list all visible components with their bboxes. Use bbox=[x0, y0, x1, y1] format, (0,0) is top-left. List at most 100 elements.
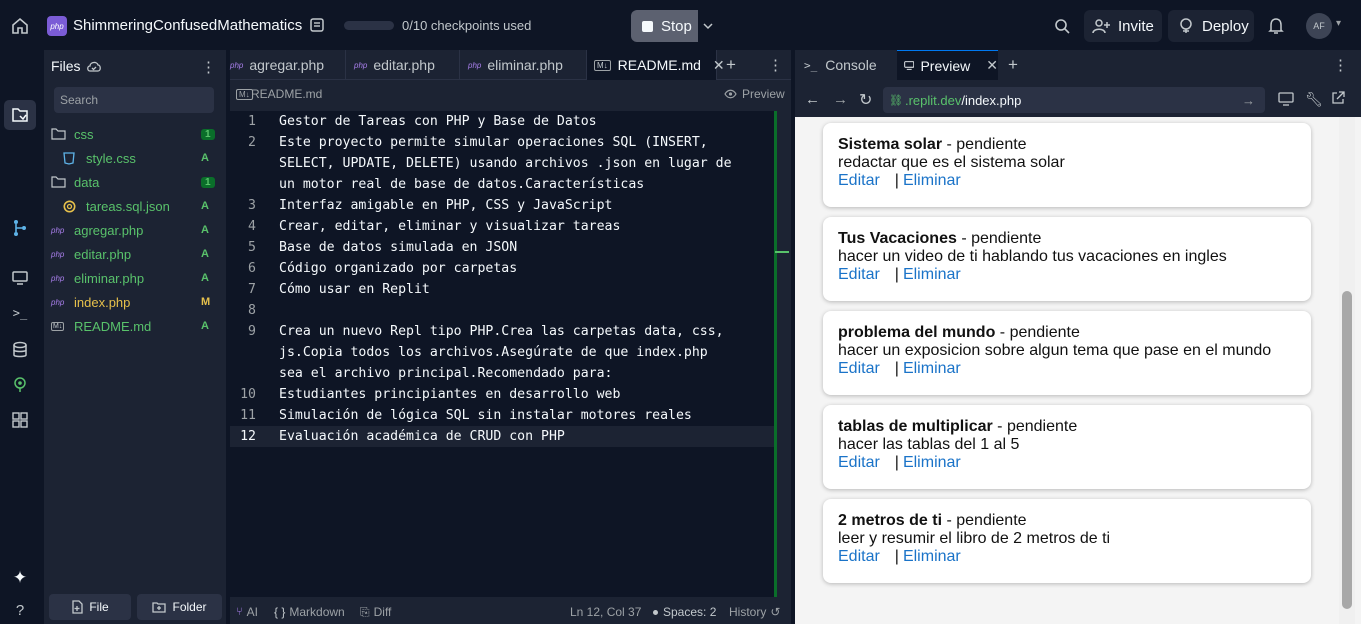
delete-link[interactable]: Eliminar bbox=[903, 454, 961, 471]
files-more-icon[interactable]: ⋮ bbox=[201, 58, 216, 76]
preview-toggle[interactable]: Preview bbox=[724, 87, 785, 101]
code-line: SELECT, UPDATE, DELETE) usando archivos … bbox=[230, 153, 774, 174]
line-number: 6 bbox=[248, 261, 256, 276]
chevron-down-icon[interactable] bbox=[698, 10, 718, 42]
file-tree-item[interactable]: tareas.sql.json A bbox=[44, 194, 226, 218]
url-input[interactable]: ⛓ .replit.dev /index.php → bbox=[883, 87, 1265, 113]
edit-link[interactable]: Editar bbox=[838, 360, 880, 377]
task-description: redactar que es el sistema solar bbox=[838, 154, 1065, 171]
tab-editar[interactable]: php editar.php bbox=[346, 50, 460, 80]
close-icon[interactable]: ✕ bbox=[986, 57, 998, 74]
file-tree-item[interactable]: php eliminar.php A bbox=[44, 266, 226, 290]
code-line: 1 Gestor de Tareas con PHP y Base de Dato… bbox=[230, 111, 774, 132]
php-icon: php bbox=[51, 273, 65, 283]
tab-preview[interactable]: Preview ✕ bbox=[897, 50, 998, 80]
breadcrumb-file[interactable]: README.md bbox=[251, 87, 322, 101]
file-tree-item[interactable]: css 1 bbox=[44, 122, 226, 146]
tab-label: agregar.php bbox=[249, 57, 325, 73]
ai-toggle[interactable]: ⑂ AI bbox=[236, 605, 258, 619]
avatar[interactable]: AF bbox=[1306, 13, 1332, 39]
close-icon[interactable]: ✕ bbox=[713, 57, 725, 74]
diff-button[interactable]: ⎘ Diff bbox=[360, 605, 391, 620]
file-tree-item[interactable]: php index.php M bbox=[44, 290, 226, 314]
go-icon[interactable]: → bbox=[1242, 93, 1255, 108]
git-icon[interactable] bbox=[10, 218, 30, 238]
edit-link[interactable]: Editar bbox=[838, 172, 880, 189]
tab-readme[interactable]: M↓ README.md ✕ bbox=[587, 50, 725, 80]
pane-more-icon[interactable]: ⋮ bbox=[1333, 56, 1348, 74]
database-icon[interactable] bbox=[10, 340, 30, 360]
edit-link[interactable]: Editar bbox=[838, 548, 880, 565]
edit-link[interactable]: Editar bbox=[838, 454, 880, 471]
home-icon[interactable] bbox=[8, 14, 32, 38]
files-icon[interactable] bbox=[10, 105, 30, 125]
edit-link[interactable]: Editar bbox=[838, 266, 880, 283]
help-icon[interactable]: ? bbox=[10, 600, 30, 620]
file-tree-item[interactable]: M↓ README.md A bbox=[44, 314, 226, 338]
devices-icon[interactable] bbox=[1278, 92, 1294, 109]
reload-icon[interactable]: ↻ bbox=[859, 90, 872, 110]
preview-scroll-thumb[interactable] bbox=[1342, 291, 1352, 609]
search-icon[interactable] bbox=[1052, 16, 1072, 36]
history-button[interactable]: History ↺ bbox=[729, 605, 780, 619]
editor-scrollbar[interactable] bbox=[774, 111, 791, 597]
line-number: 12 bbox=[240, 429, 256, 444]
code-editor[interactable]: 1 Gestor de Tareas con PHP y Base de Dato… bbox=[230, 111, 774, 597]
delete-link[interactable]: Eliminar bbox=[903, 360, 961, 377]
mode-selector[interactable]: { } Markdown bbox=[274, 605, 345, 619]
tab-console[interactable]: >_ Console bbox=[795, 50, 895, 80]
task-card: Tus Vacaciones - pendiente hacer un video… bbox=[823, 217, 1311, 301]
repl-name[interactable]: ShimmeringConfusedMathematics bbox=[73, 17, 302, 34]
spaces-setting[interactable]: Spaces: 2 bbox=[653, 605, 716, 619]
file-tree-item[interactable]: php agregar.php A bbox=[44, 218, 226, 242]
document-icon[interactable] bbox=[308, 16, 326, 34]
delete-link[interactable]: Eliminar bbox=[903, 548, 961, 565]
avatar-chevron-icon[interactable]: ▾ bbox=[1336, 18, 1341, 29]
cursor-position[interactable]: Ln 12, Col 37 bbox=[570, 605, 641, 619]
add-tab-icon[interactable]: + bbox=[726, 55, 736, 75]
history-icon: ↺ bbox=[770, 605, 781, 619]
external-link-icon[interactable] bbox=[1331, 91, 1345, 108]
apps-grid-icon[interactable] bbox=[10, 410, 30, 430]
bell-icon[interactable] bbox=[1266, 16, 1286, 36]
file-tree-item[interactable]: style.css A bbox=[44, 146, 226, 170]
new-file-button[interactable]: File bbox=[49, 594, 131, 620]
task-card: tablas de multiplicar - pendiente hacer l… bbox=[823, 405, 1311, 489]
stop-button[interactable]: Stop bbox=[631, 10, 698, 42]
tab-agregar[interactable]: php agregar.php bbox=[230, 50, 346, 80]
wrench-icon[interactable]: 🔧︎ bbox=[1305, 91, 1323, 108]
file-tree-item[interactable]: data 1 bbox=[44, 170, 226, 194]
git-status-badge: A bbox=[201, 320, 209, 332]
stop-icon bbox=[642, 20, 653, 32]
task-description: hacer un exposicion sobre algun tema que… bbox=[838, 342, 1272, 359]
url-host: .replit.dev bbox=[904, 92, 962, 108]
line-number: 5 bbox=[248, 240, 256, 255]
add-tab-icon[interactable]: + bbox=[1008, 55, 1018, 75]
new-folder-button[interactable]: Folder bbox=[137, 594, 222, 620]
file-tree-item[interactable]: php editar.php A bbox=[44, 242, 226, 266]
forward-icon[interactable]: → bbox=[833, 91, 848, 108]
tabs-more-icon[interactable]: ⋮ bbox=[768, 56, 783, 74]
checkpoints-progress bbox=[344, 21, 394, 30]
link-separator: | bbox=[894, 454, 899, 471]
delete-link[interactable]: Eliminar bbox=[903, 266, 961, 283]
back-icon[interactable]: ← bbox=[805, 91, 820, 108]
preview-monitor-icon[interactable] bbox=[10, 268, 30, 288]
link-icon: ⛓ bbox=[889, 94, 903, 107]
console-icon[interactable]: >_ bbox=[10, 303, 30, 323]
task-description: hacer las tablas del 1 al 5 bbox=[838, 436, 1020, 453]
file-tree-label: eliminar.php bbox=[74, 270, 145, 286]
delete-link[interactable]: Eliminar bbox=[903, 172, 961, 189]
sparkle-icon[interactable]: ✦ bbox=[10, 568, 30, 588]
deploy-button[interactable]: Deploy bbox=[1168, 10, 1254, 42]
task-status: - pendiente bbox=[956, 230, 1042, 247]
files-search-input[interactable]: Search bbox=[54, 87, 214, 113]
invite-button[interactable]: Invite bbox=[1084, 10, 1162, 42]
tab-eliminar[interactable]: php eliminar.php bbox=[460, 50, 587, 80]
agent-icon[interactable] bbox=[10, 375, 30, 395]
line-number: 7 bbox=[248, 282, 256, 297]
add-user-icon bbox=[1092, 19, 1110, 34]
json-icon bbox=[63, 200, 77, 213]
markdown-icon: M↓ bbox=[51, 321, 65, 331]
code-line: 10 Estudiantes principiantes en desarroll… bbox=[230, 384, 774, 405]
